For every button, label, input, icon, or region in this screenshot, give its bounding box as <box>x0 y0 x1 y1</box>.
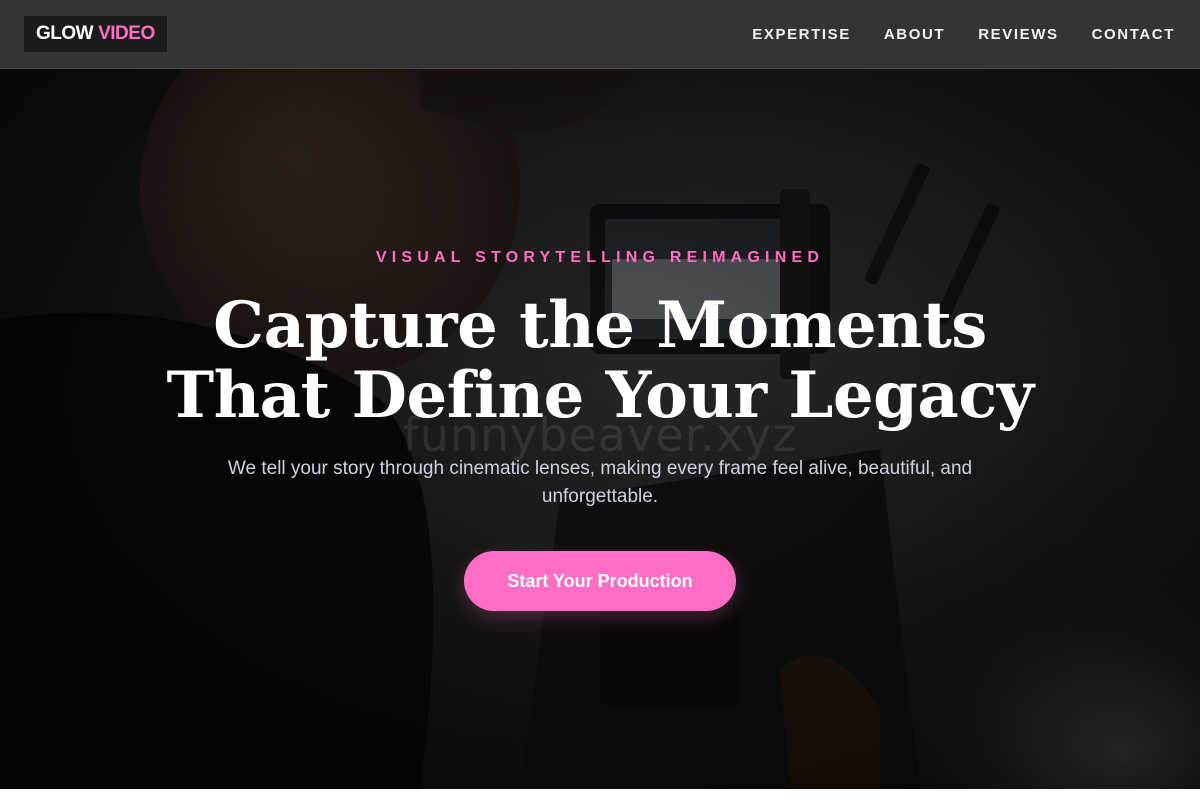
nav-link-contact[interactable]: CONTACT <box>1092 26 1175 43</box>
brand-logo[interactable]: GLOW VIDEO <box>24 16 167 52</box>
nav-link-about[interactable]: ABOUT <box>884 26 945 43</box>
nav-link-expertise[interactable]: EXPERTISE <box>752 26 851 43</box>
hero-headline-line2: That Define Your Legacy <box>166 358 1035 433</box>
nav-link-reviews[interactable]: REVIEWS <box>978 26 1058 43</box>
hero-subtext: We tell your story through cinematic len… <box>227 458 973 507</box>
main-nav: EXPERTISE ABOUT REVIEWS CONTACT <box>752 26 1175 43</box>
logo-text-video: VIDEO <box>98 23 155 44</box>
hero-headline-line1: Capture the Moments <box>213 288 987 363</box>
logo-text-glow: GLOW <box>36 23 94 44</box>
top-navbar: GLOW VIDEO EXPERTISE ABOUT REVIEWS CONTA… <box>0 0 1200 69</box>
hero-eyebrow: VISUAL STORYTELLING REIMAGINED <box>375 249 825 266</box>
page-bottom-edge <box>0 789 1200 800</box>
start-production-button[interactable]: Start Your Production <box>464 551 736 611</box>
hero-headline: Capture the Moments That Define Your Leg… <box>0 291 1200 431</box>
